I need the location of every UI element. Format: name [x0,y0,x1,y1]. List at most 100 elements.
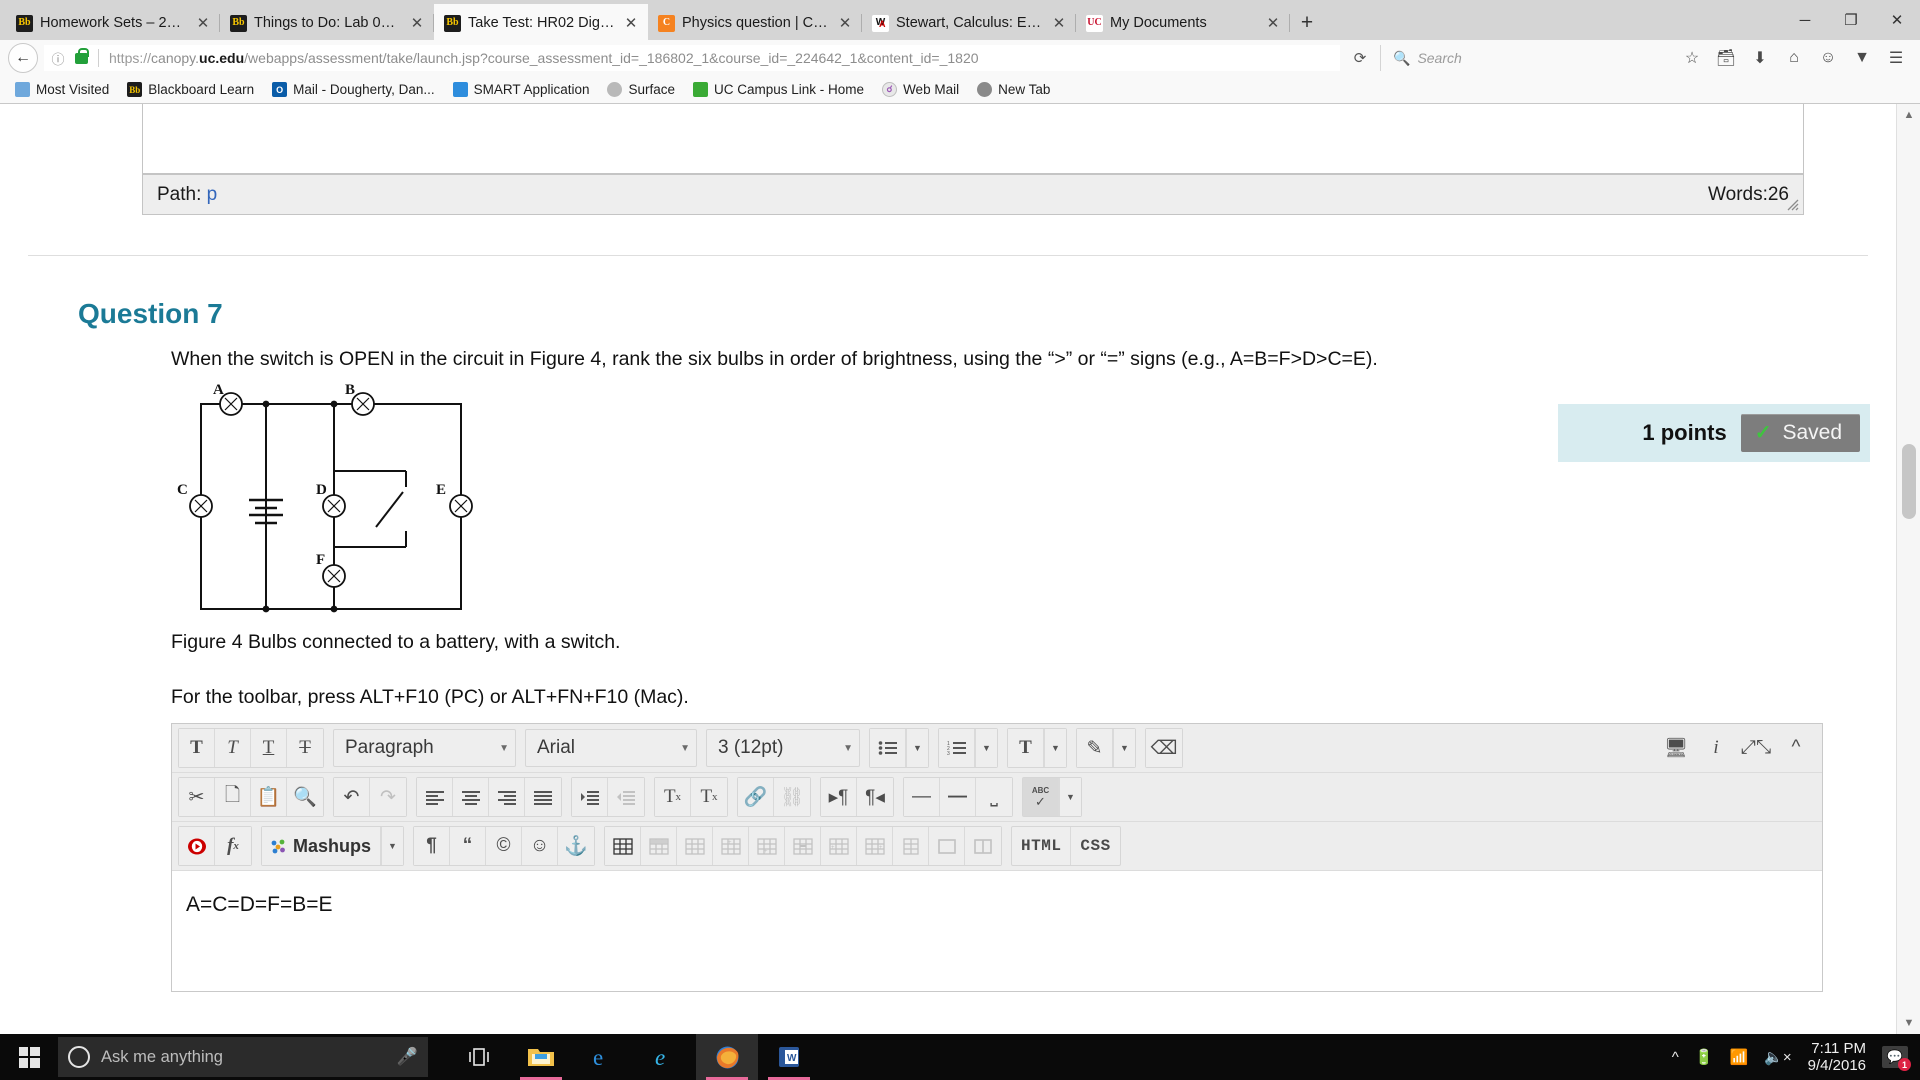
scroll-down-arrow-icon[interactable]: ▼ [1897,1012,1920,1034]
windows-start-icon[interactable] [0,1034,58,1080]
close-icon[interactable]: ✕ [622,14,640,32]
cortana-search-box[interactable]: Ask me anything 🎤 [58,1037,428,1077]
browser-tab-5[interactable]: UC My Documents ✕ [1076,6,1290,40]
reload-icon[interactable]: ⟳ [1346,49,1374,67]
downloads-icon[interactable]: ⬇ [1744,43,1776,73]
bookmark-new-tab[interactable]: New Tab [968,78,1059,102]
subscript-icon[interactable]: Tx [691,778,727,817]
browser-tab-3[interactable]: C Physics question | Chegg.c... ✕ [648,6,862,40]
battery-icon[interactable]: 🔋 [1695,1048,1714,1066]
close-icon[interactable]: ✕ [194,14,212,32]
task-view-icon[interactable] [448,1034,510,1080]
align-right-icon[interactable] [489,778,525,817]
css-button[interactable]: CSS [1071,827,1119,865]
redo-icon[interactable]: ↷ [370,778,406,817]
reading-list-icon[interactable]: 🗃 [1710,43,1742,73]
notification-center-icon[interactable]: 💬 1 [1882,1046,1911,1071]
eraser-icon[interactable]: ⌫ [1146,729,1182,768]
close-window-button[interactable]: ✕ [1874,0,1920,40]
home-icon[interactable]: ⌂ [1778,43,1810,73]
hr-icon[interactable]: — [904,778,940,817]
info-icon[interactable]: i [1698,729,1734,768]
resize-grip-icon[interactable] [1785,197,1799,211]
delete-row-icon[interactable] [785,827,822,866]
nbsp-icon[interactable]: ⎵ [976,778,1012,817]
browser-tab-2-active[interactable]: Bb Take Test: HR02 Digital ve... ✕ [434,4,648,40]
bookmark-mail[interactable]: O Mail - Dougherty, Dan... [263,78,444,102]
insert-row-after-icon[interactable]: + [749,827,786,866]
fullscreen-icon[interactable]: ⤢⤡ [1738,729,1774,768]
table-cell-props-icon[interactable] [677,827,714,866]
cut-icon[interactable]: ✂ [179,778,215,817]
pocket-icon[interactable]: ▼ [1846,43,1878,73]
strikethrough-T-icon[interactable]: T [287,729,323,768]
font-family-select[interactable]: Arial ▼ [525,729,697,768]
close-icon[interactable]: ✕ [836,14,854,32]
answer-text-area[interactable]: A=C=D=F=B=E [172,871,1822,992]
align-left-icon[interactable] [417,778,453,817]
bold-T-icon[interactable]: T [179,729,215,768]
edge-icon[interactable]: e [572,1034,634,1080]
collapse-chevron-icon[interactable]: ^ [1778,729,1814,768]
preview-icon[interactable]: 🖥 [1658,729,1694,768]
italic-T-icon[interactable]: T [215,729,251,768]
chevron-down-icon[interactable]: ▼ [1113,729,1135,768]
internet-explorer-icon[interactable]: e [634,1034,696,1080]
chevron-down-icon[interactable]: ▼ [1059,778,1081,817]
scroll-up-arrow-icon[interactable]: ▲ [1897,104,1920,126]
chevron-down-icon[interactable]: ▼ [1044,729,1066,768]
chevron-down-icon[interactable]: ▼ [906,729,928,768]
quote-icon[interactable]: “ [450,827,487,866]
insert-row-before-icon[interactable]: + [713,827,750,866]
minimize-button[interactable]: ─ [1782,0,1828,40]
chevron-down-icon[interactable]: ▼ [975,729,997,768]
unlink-icon[interactable]: ⛓ [774,778,810,817]
bookmark-most-visited[interactable]: Most Visited [6,78,118,102]
bookmark-blackboard-learn[interactable]: Bb Blackboard Learn [118,78,263,102]
line-icon[interactable]: — [940,778,976,817]
pilcrow-icon[interactable]: ¶ [414,827,451,866]
new-tab-button[interactable]: + [1290,6,1324,40]
show-hidden-icons-chevron[interactable]: ^ [1672,1049,1679,1066]
numbered-list-icon[interactable]: 123 [939,729,975,768]
anchor-icon[interactable]: ⚓ [558,827,595,866]
smiley-icon[interactable]: ☺ [1812,43,1844,73]
chevron-down-icon[interactable]: ▼ [381,827,404,866]
back-arrow-icon[interactable]: ← [8,43,38,73]
html-button[interactable]: HTML [1012,827,1072,866]
bullet-list-icon[interactable] [870,729,906,768]
paste-icon[interactable]: 📋 [251,778,287,817]
saved-status-button[interactable]: ✓ Saved [1740,414,1860,452]
superscript-icon[interactable]: Tx [655,778,691,817]
close-icon[interactable]: ✕ [1050,14,1068,32]
copyright-icon[interactable]: © [486,827,523,866]
font-size-select[interactable]: 3 (12pt) ▼ [706,729,860,768]
copy-icon[interactable]: 🗋 [215,778,251,817]
highlighter-icon[interactable]: ✎ [1077,729,1113,768]
split-cell-icon[interactable] [929,827,966,866]
spellcheck-icon[interactable]: ABC ✓ [1023,778,1059,817]
youtube-icon[interactable] [179,827,215,866]
align-center-icon[interactable] [453,778,489,817]
insert-col-after-icon[interactable]: + [857,827,894,866]
address-bar[interactable]: ⓘ https://canopy.uc.edu/webapps/assessme… [44,45,1340,71]
word-icon[interactable]: W [758,1034,820,1080]
close-icon[interactable]: ✕ [1264,14,1282,32]
search-bar[interactable]: 🔍 Search [1380,45,1670,71]
text-color-icon[interactable]: T [1008,729,1044,768]
scrollbar-thumb[interactable] [1902,444,1916,519]
indent-icon[interactable] [572,778,608,817]
bookmark-star-icon[interactable]: ☆ [1676,43,1708,73]
paragraph-format-select[interactable]: Paragraph ▼ [333,729,516,768]
find-icon[interactable]: 🔍 [287,778,323,817]
hamburger-menu-icon[interactable]: ☰ [1880,43,1912,73]
ltr-icon[interactable]: ▸¶ [821,778,857,817]
table-row-props-icon[interactable] [641,827,678,866]
maximize-button[interactable]: ❐ [1828,0,1874,40]
browser-tab-0[interactable]: Bb Homework Sets – 2168-1... ✕ [6,6,220,40]
volume-icon[interactable]: 🔈× [1764,1048,1791,1066]
justify-icon[interactable] [525,778,561,817]
math-fx-icon[interactable]: fx [215,827,251,866]
rtl-icon[interactable]: ¶◂ [857,778,893,817]
browser-tab-1[interactable]: Bb Things to Do: Lab 03 - Bui... ✕ [220,6,434,40]
